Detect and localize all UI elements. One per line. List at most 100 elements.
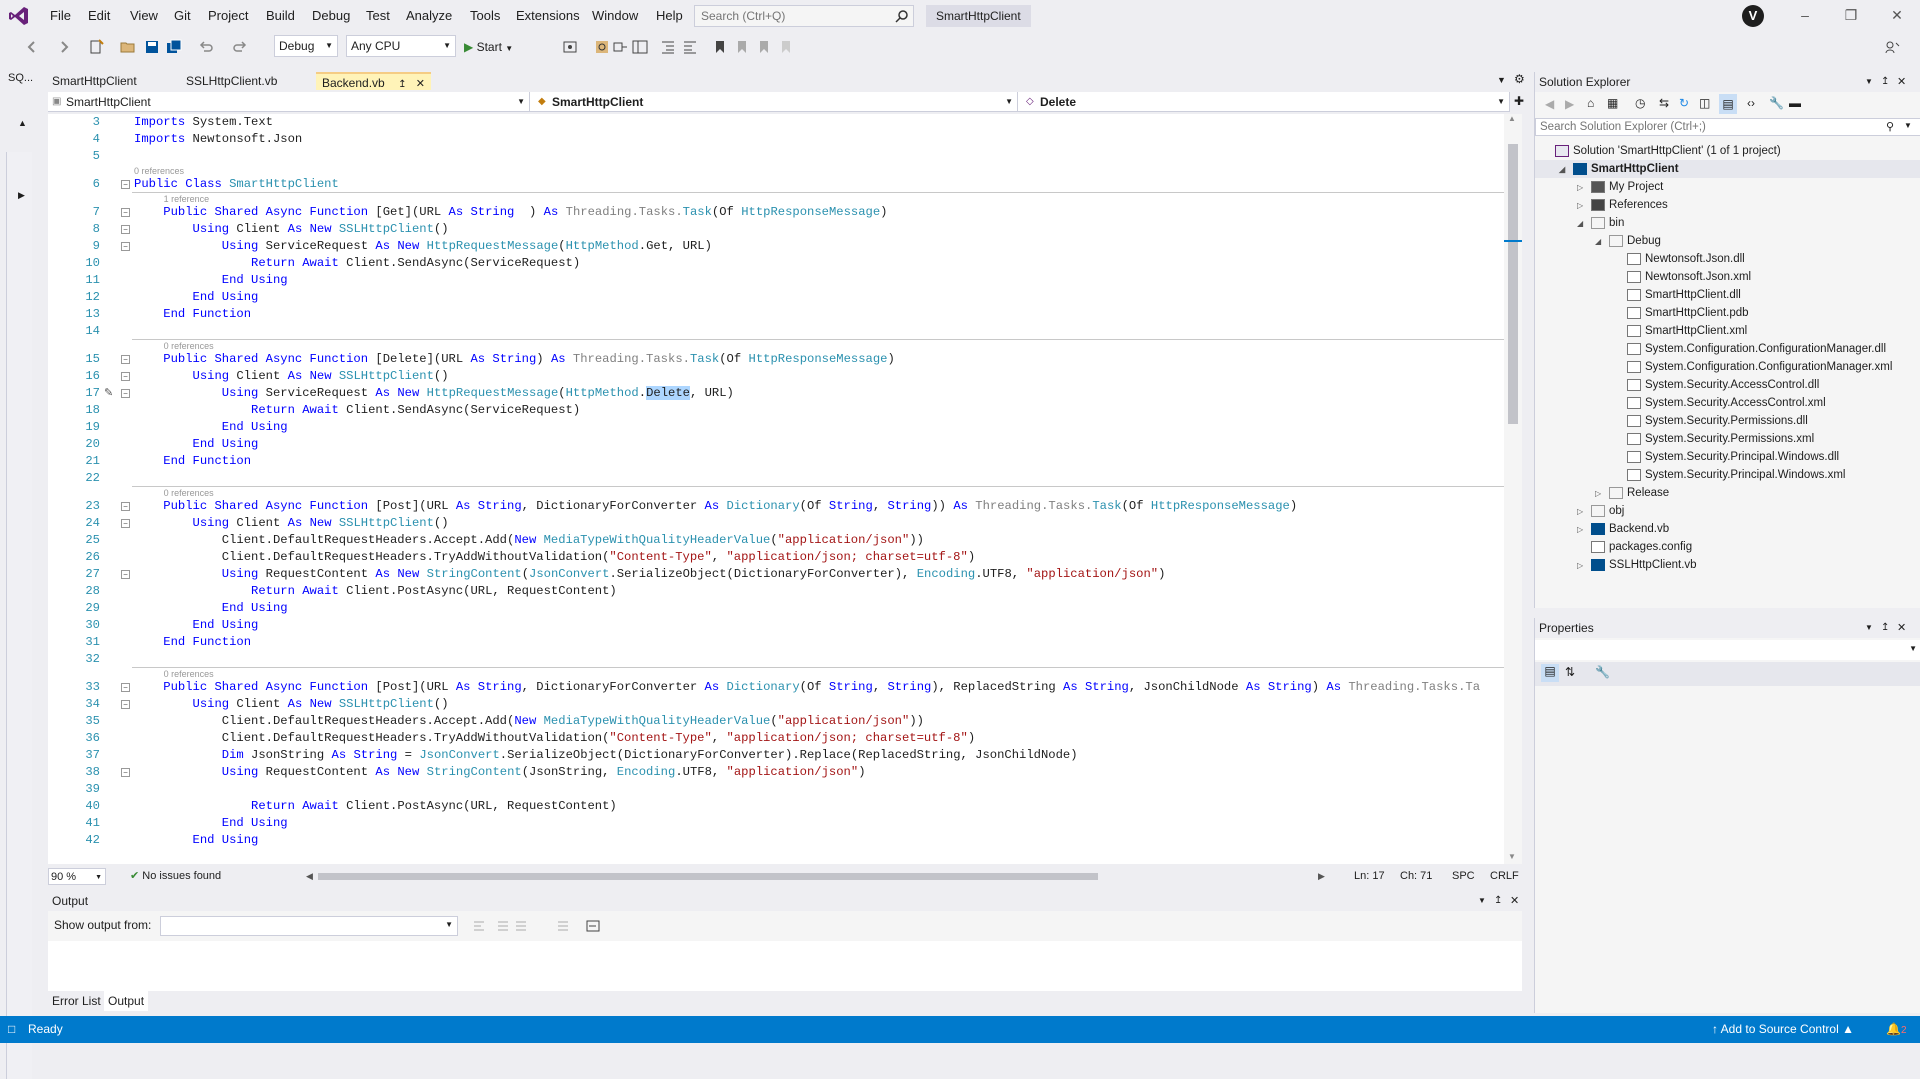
code-line[interactable]: 12 End Using [48, 289, 1504, 306]
line-indicator[interactable]: Ln: 17 [1354, 868, 1385, 885]
bookmark-icon[interactable] [712, 39, 728, 55]
scroll-up-icon[interactable]: ▲ [1508, 114, 1516, 123]
configuration-dropdown[interactable]: Debug ▼ [274, 35, 338, 57]
tree-item[interactable]: SmartHttpClient.xml [1613, 322, 1747, 340]
pin-icon[interactable]: ↥ [1494, 891, 1502, 911]
close-icon[interactable]: ✕ [1897, 618, 1906, 638]
browse-icon[interactable] [562, 39, 578, 55]
tree-item[interactable]: System.Security.AccessControl.xml [1613, 394, 1826, 412]
next-message-icon[interactable] [514, 919, 528, 933]
chevron-down-icon[interactable]: ▼ [1478, 891, 1486, 911]
save-icon[interactable] [144, 39, 160, 55]
tree-item[interactable]: ▷ My Project [1577, 178, 1663, 196]
code-line[interactable]: 19 End Using [48, 419, 1504, 436]
search-input[interactable] [695, 6, 885, 26]
chevron-down-icon[interactable]: ▼ [1865, 72, 1873, 92]
zoom-dropdown[interactable]: 90 % ▼ [48, 868, 106, 885]
new-item-icon[interactable] [88, 39, 104, 55]
code-line[interactable]: 9 Using ServiceRequest As New HttpReques… [48, 238, 1504, 255]
horizontal-scroll-thumb[interactable] [318, 873, 1098, 880]
tree-item[interactable]: SmartHttpClient.pdb [1613, 304, 1749, 322]
collapse-all-icon[interactable]: ◫ [1699, 96, 1710, 110]
back-arrow-icon[interactable] [24, 39, 40, 55]
collapsed-arrow-icon[interactable]: ▷ [1577, 179, 1591, 197]
collapse-region-icon[interactable]: − [121, 389, 130, 398]
code-line[interactable]: 17 Using ServiceRequest As New HttpReque… [48, 385, 1504, 402]
code-line[interactable]: 37 Dim JsonString As String = JsonConver… [48, 747, 1504, 764]
platform-dropdown[interactable]: Any CPU ▼ [346, 35, 456, 57]
source-control-button[interactable]: ↑ Add to Source Control ▲ [1712, 1016, 1854, 1043]
tab-backend[interactable]: Backend.vb ↥ ✕ [316, 72, 432, 90]
close-icon[interactable]: ✕ [1510, 891, 1519, 911]
code-line[interactable]: 39 [48, 781, 1504, 798]
menu-edit[interactable]: Edit [80, 0, 118, 31]
menu-debug[interactable]: Debug [304, 0, 358, 31]
code-line[interactable]: 38 Using RequestContent As New StringCon… [48, 764, 1504, 781]
refresh-icon[interactable]: ↻ [1679, 96, 1689, 110]
code-line[interactable]: 4 Imports Newtonsoft.Json [48, 131, 1504, 148]
solution-search-input[interactable] [1536, 119, 1876, 135]
collapse-region-icon[interactable]: − [121, 519, 130, 528]
line-ending-indicator[interactable]: CRLF [1490, 868, 1519, 885]
notifications-bell-icon[interactable]: 🔔2 [1886, 1016, 1907, 1044]
redo-icon[interactable] [232, 39, 248, 55]
show-all-files-icon[interactable]: ▤ [1719, 94, 1737, 114]
code-line[interactable]: 30 End Using [48, 617, 1504, 634]
collapse-region-icon[interactable]: − [121, 502, 130, 511]
tree-item[interactable]: ◢ bin [1577, 214, 1624, 232]
tree-item[interactable]: ◢ SmartHttpClient [1535, 160, 1920, 178]
tree-item[interactable]: ◢ Debug [1595, 232, 1661, 250]
tree-item[interactable]: ▷ SSLHttpClient.vb [1577, 556, 1697, 574]
object-selector[interactable]: ▼ [1535, 640, 1920, 660]
code-line[interactable]: 15 Public Shared Async Function [Delete]… [48, 351, 1504, 368]
code-line[interactable]: 29 End Using [48, 600, 1504, 617]
close-tab-icon[interactable]: ✕ [416, 78, 425, 90]
code-line[interactable]: 13 End Function [48, 306, 1504, 323]
code-line[interactable]: 11 End Using [48, 272, 1504, 289]
close-icon[interactable]: ✕ [1874, 0, 1920, 31]
code-line[interactable]: 35 Client.DefaultRequestHeaders.Accept.A… [48, 713, 1504, 730]
live-share-icon[interactable] [1884, 39, 1900, 55]
open-folder-icon[interactable] [120, 39, 136, 55]
tree-item[interactable]: ▷ Backend.vb [1577, 520, 1669, 538]
code-line[interactable]: 3 Imports System.Text [48, 114, 1504, 131]
code-editor[interactable]: 3 Imports System.Text 4 Imports Newtonsoft.… [48, 114, 1504, 864]
code-line[interactable]: 20 End Using [48, 436, 1504, 453]
scroll-thumb[interactable] [1508, 144, 1518, 424]
code-line[interactable]: 23 Public Shared Async Function [Post](U… [48, 498, 1504, 515]
collapse-region-icon[interactable]: − [121, 225, 130, 234]
tree-item[interactable]: System.Security.Permissions.dll [1613, 412, 1808, 430]
menu-window[interactable]: Window [584, 0, 646, 31]
search-icon[interactable]: ⚲ [1886, 120, 1894, 133]
sync-icon[interactable]: ⇆ [1659, 96, 1669, 110]
code-line[interactable]: 16 Using Client As New SSLHttpClient() [48, 368, 1504, 385]
issues-indicator[interactable]: ✔ No issues found [130, 868, 221, 885]
whitespace-indicator[interactable]: SPC [1452, 868, 1475, 885]
code-line[interactable]: 26 Client.DefaultRequestHeaders.TryAddWi… [48, 549, 1504, 566]
tab-smarthttpclient[interactable]: SmartHttpClient [46, 72, 143, 90]
start-button[interactable]: ▶ Start ▼ [464, 38, 513, 56]
class-nav-dropdown[interactable]: ◆ SmartHttpClient ▼ [534, 92, 1018, 112]
code-line[interactable]: 6 Public Class SmartHttpClient [48, 176, 1504, 193]
scroll-right-icon[interactable]: ▶ [1318, 868, 1325, 885]
property-pages-icon[interactable]: 🔧 [1595, 665, 1610, 679]
back-icon[interactable]: ◀ [1545, 97, 1554, 111]
menu-file[interactable]: File [42, 0, 79, 31]
collapsed-arrow-icon[interactable]: ▷ [1577, 197, 1591, 215]
split-editor-icon[interactable]: ✚ [1514, 94, 1524, 108]
collapsed-arrow-icon[interactable]: ▷ [1577, 503, 1591, 521]
tree-item[interactable]: Newtonsoft.Json.xml [1613, 268, 1751, 286]
chevron-down-icon[interactable]: ▼ [1904, 121, 1912, 130]
code-line[interactable]: 18 Return Await Client.SendAsync(Service… [48, 402, 1504, 419]
next-bookmark-icon[interactable] [756, 39, 772, 55]
step-icon[interactable] [612, 39, 628, 55]
menu-help[interactable]: Help [648, 0, 691, 31]
close-icon[interactable]: ✕ [1897, 72, 1906, 92]
tree-item[interactable]: System.Security.Principal.Windows.dll [1613, 448, 1839, 466]
forward-arrow-icon[interactable] [56, 39, 72, 55]
minimize-icon[interactable]: – [1782, 0, 1828, 31]
collapse-region-icon[interactable]: − [121, 372, 130, 381]
collapse-region-icon[interactable]: − [121, 700, 130, 709]
properties-wrench-icon[interactable]: 🔧 [1769, 96, 1784, 110]
menu-build[interactable]: Build [258, 0, 303, 31]
